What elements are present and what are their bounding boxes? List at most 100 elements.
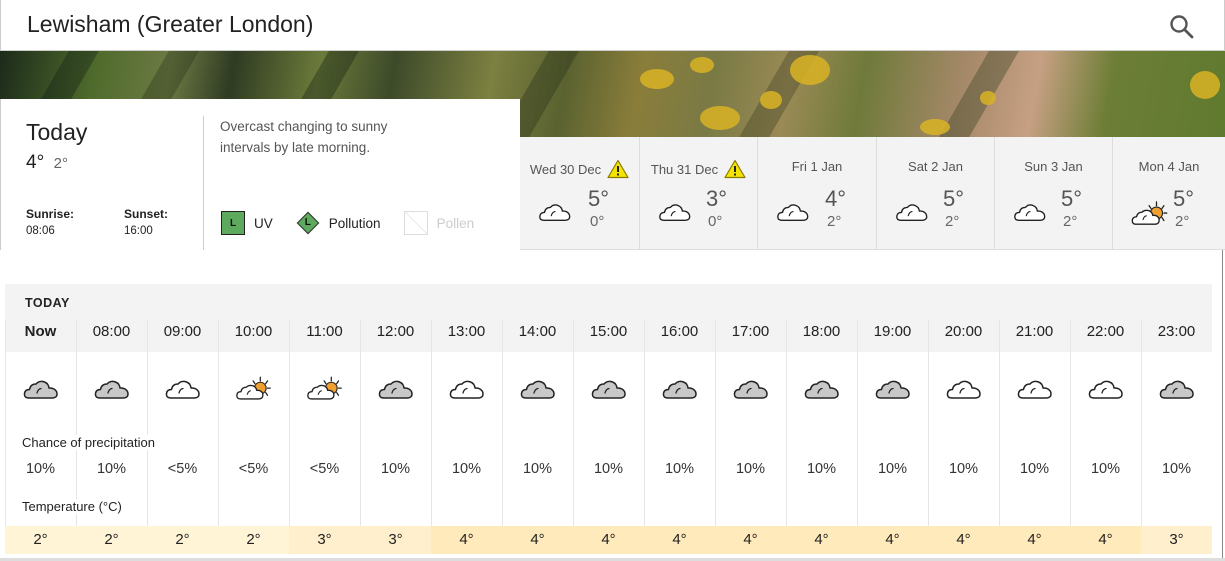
column-divider	[644, 320, 645, 554]
hour-time: 13:00	[447, 323, 486, 340]
sun-cloud-icon	[236, 376, 272, 402]
column-divider	[715, 320, 716, 554]
hour-precip: <5%	[309, 461, 340, 477]
hour-time: 21:00	[1015, 323, 1054, 340]
column-divider	[431, 320, 432, 554]
hour-precip: 10%	[735, 461, 766, 477]
column-divider	[5, 320, 6, 554]
cloud-icon	[658, 201, 692, 223]
day-forecast-card[interactable]: Fri 1 Jan 4° 2°	[758, 137, 877, 249]
hour-time: 20:00	[944, 323, 983, 340]
day-low-temp: 0°	[708, 213, 723, 230]
day-low-temp: 0°	[590, 213, 605, 230]
day-forecast-card[interactable]: Mon 4 Jan 5° 2°	[1113, 137, 1225, 249]
hour-time: 23:00	[1157, 323, 1196, 340]
sunrise-block: Sunrise: 08:06	[26, 207, 74, 237]
grey-cloud-icon	[733, 376, 769, 402]
divider	[203, 116, 204, 250]
hour-column: 10:00 <5% 2°	[218, 320, 289, 554]
white-cloud-icon	[449, 376, 485, 402]
pollution-label: Pollution	[328, 215, 381, 231]
today-summary-panel: Today 4° 2° Sunrise: 08:06 Sunset: 16:00…	[0, 99, 520, 250]
day-name: Wed 30 Dec	[520, 159, 639, 179]
search-icon[interactable]	[1169, 14, 1195, 40]
cloud-icon	[776, 201, 810, 223]
location-header: Lewisham (Greater London)	[0, 0, 1225, 51]
hour-precip: 10%	[664, 461, 695, 477]
hour-time: Now	[24, 323, 57, 340]
day-name: Thu 31 Dec	[640, 159, 757, 179]
today-label: Today	[26, 119, 88, 145]
day-forecast-card[interactable]: Wed 30 Dec 5° 0°	[520, 137, 640, 249]
uv-label: UV	[254, 215, 273, 231]
cloud-icon	[895, 201, 929, 223]
hour-column: 17:00 10% 4°	[715, 320, 786, 554]
hour-time: 22:00	[1086, 323, 1125, 340]
day-name: Mon 4 Jan	[1138, 159, 1200, 174]
pollen-label: Pollen	[436, 215, 475, 231]
day-low-temp: 2°	[827, 213, 842, 230]
day-high-temp: 4°	[825, 186, 847, 211]
uv-level-icon: L	[221, 211, 245, 235]
day-low-temp: 2°	[1063, 213, 1078, 230]
sunset-time: 16:00	[124, 225, 153, 237]
hour-precip: 10%	[1019, 461, 1050, 477]
hour-time: 10:00	[234, 323, 273, 340]
precip-label: Chance of precipitation	[22, 435, 159, 450]
hour-precip: <5%	[238, 461, 269, 477]
hour-column: 19:00 10% 4°	[857, 320, 928, 554]
hour-time: 15:00	[589, 323, 628, 340]
hour-precip: 10%	[1090, 461, 1121, 477]
warning-icon[interactable]	[607, 159, 629, 179]
cloud-icon	[1013, 201, 1047, 223]
white-cloud-icon	[946, 376, 982, 402]
sunset-block: Sunset: 16:00	[124, 207, 168, 237]
day-high-temp: 5°	[943, 186, 965, 211]
day-high-temp: 5°	[1173, 186, 1195, 211]
indicators: L UV L Pollution Pollen	[221, 211, 497, 235]
hour-temp: 3°	[360, 526, 431, 554]
sun-cloud-icon	[1131, 201, 1168, 225]
uv-indicator[interactable]: L UV	[221, 211, 273, 235]
day-low-temp: 2°	[1175, 213, 1190, 230]
day-name: Sun 3 Jan	[1024, 159, 1083, 174]
day-high-temp: 5°	[588, 186, 610, 211]
hour-column: 13:00 10% 4°	[431, 320, 502, 554]
location-title: Lewisham (Greater London)	[27, 11, 314, 37]
hour-temp: 2°	[76, 526, 147, 554]
warning-icon[interactable]	[724, 159, 746, 179]
pollen-indicator[interactable]: Pollen	[403, 211, 475, 235]
hour-time: 17:00	[731, 323, 770, 340]
white-cloud-icon	[1088, 376, 1124, 402]
day-name: Fri 1 Jan	[791, 159, 843, 174]
grey-cloud-icon	[1159, 376, 1195, 402]
column-divider	[928, 320, 929, 554]
hour-time: 18:00	[802, 323, 841, 340]
grey-cloud-icon	[23, 376, 59, 402]
day-low-temp: 2°	[945, 213, 960, 230]
today-low-temp: 2°	[53, 155, 68, 172]
hour-temp: 4°	[928, 526, 999, 554]
grey-cloud-icon	[875, 376, 911, 402]
hourly-title: TODAY	[25, 296, 70, 310]
white-cloud-icon	[1017, 376, 1053, 402]
hour-precip: 10%	[522, 461, 553, 477]
hour-column: 21:00 10% 4°	[999, 320, 1070, 554]
column-divider	[786, 320, 787, 554]
day-forecast-card[interactable]: Sat 2 Jan 5° 2°	[877, 137, 995, 249]
hour-time: 19:00	[873, 323, 912, 340]
hour-temp: 4°	[502, 526, 573, 554]
hour-temp: 4°	[1070, 526, 1141, 554]
grey-cloud-icon	[591, 376, 627, 402]
pollution-indicator[interactable]: L Pollution	[296, 211, 381, 235]
day-forecast-card[interactable]: Thu 31 Dec 3° 0°	[640, 137, 758, 249]
white-cloud-icon	[165, 376, 201, 402]
hour-precip: 10%	[948, 461, 979, 477]
hour-precip: 10%	[25, 461, 56, 477]
hour-column: 18:00 10% 4°	[786, 320, 857, 554]
hour-precip: 10%	[96, 461, 127, 477]
temp-label: Temperature (°C)	[22, 499, 126, 514]
day-forecast-card[interactable]: Sun 3 Jan 5° 2°	[995, 137, 1113, 249]
hour-temp: 2°	[147, 526, 218, 554]
hour-temp: 4°	[573, 526, 644, 554]
